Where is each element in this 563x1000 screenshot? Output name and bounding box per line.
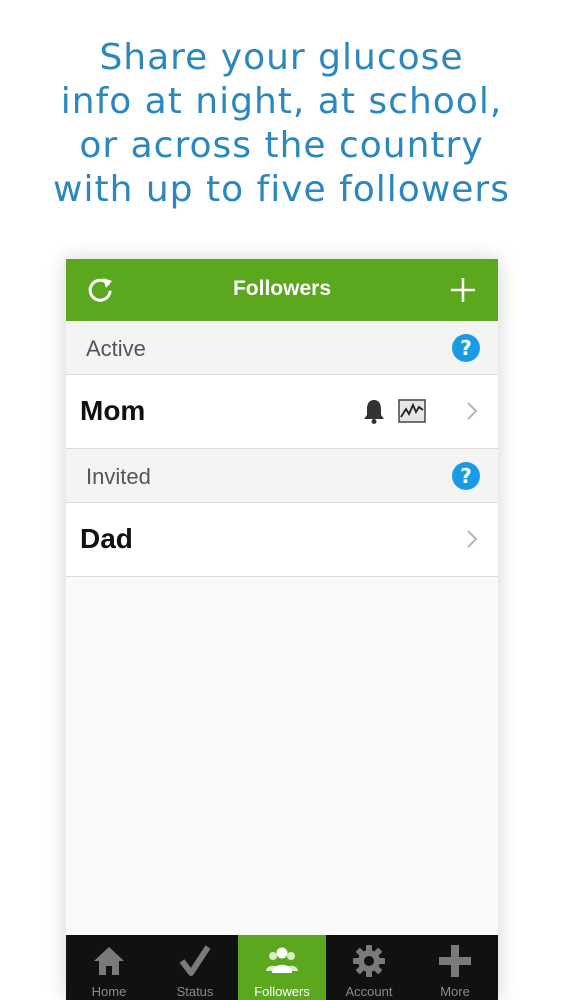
marketing-headline: Share your glucose info at night, at sch…	[0, 36, 563, 212]
plus-icon	[439, 945, 471, 977]
section-label-active: Active	[86, 336, 146, 361]
graph-icon	[398, 399, 426, 423]
bell-icon	[364, 400, 384, 424]
help-icon[interactable]: ?	[452, 334, 480, 362]
headline-line-1: Share your glucose	[99, 37, 464, 78]
tab-home[interactable]: Home	[66, 935, 152, 1000]
nav-bar: Followers	[66, 259, 498, 321]
follower-row-dad[interactable]: Dad	[66, 503, 498, 577]
tab-bar: Home Status Followers Account More	[66, 935, 498, 1000]
tab-label: Status	[176, 984, 214, 999]
phone-screen: Followers Active ? Mom Invited ? Dad Hom…	[66, 259, 498, 1000]
tab-label: Home	[91, 984, 127, 999]
headline-line-4: with up to five followers	[53, 169, 510, 210]
tab-label: Account	[345, 984, 393, 999]
tab-account[interactable]: Account	[326, 935, 412, 1000]
section-header-active: Active ?	[66, 321, 498, 375]
headline-line-2: info at night, at school,	[60, 81, 503, 122]
follower-row-mom[interactable]: Mom	[66, 375, 498, 449]
gear-icon	[353, 945, 385, 977]
section-header-invited: Invited ?	[66, 449, 498, 503]
tab-followers[interactable]: Followers	[238, 935, 326, 1000]
chevron-right-icon	[467, 530, 478, 548]
headline-line-3: or across the country	[79, 125, 484, 166]
checkmark-icon	[179, 945, 211, 976]
tab-more[interactable]: More	[412, 935, 498, 1000]
follower-name: Dad	[80, 523, 133, 554]
tab-label: More	[440, 984, 470, 999]
help-icon[interactable]: ?	[452, 462, 480, 490]
section-label-invited: Invited	[86, 464, 151, 489]
home-icon	[94, 947, 124, 975]
follower-name: Mom	[80, 395, 146, 426]
tab-status[interactable]: Status	[152, 935, 238, 1000]
page-title: Followers	[232, 277, 332, 300]
followers-icon	[266, 947, 298, 973]
chevron-right-icon	[467, 402, 478, 420]
tab-label: Followers	[254, 984, 310, 999]
add-follower-button[interactable]	[448, 275, 478, 305]
